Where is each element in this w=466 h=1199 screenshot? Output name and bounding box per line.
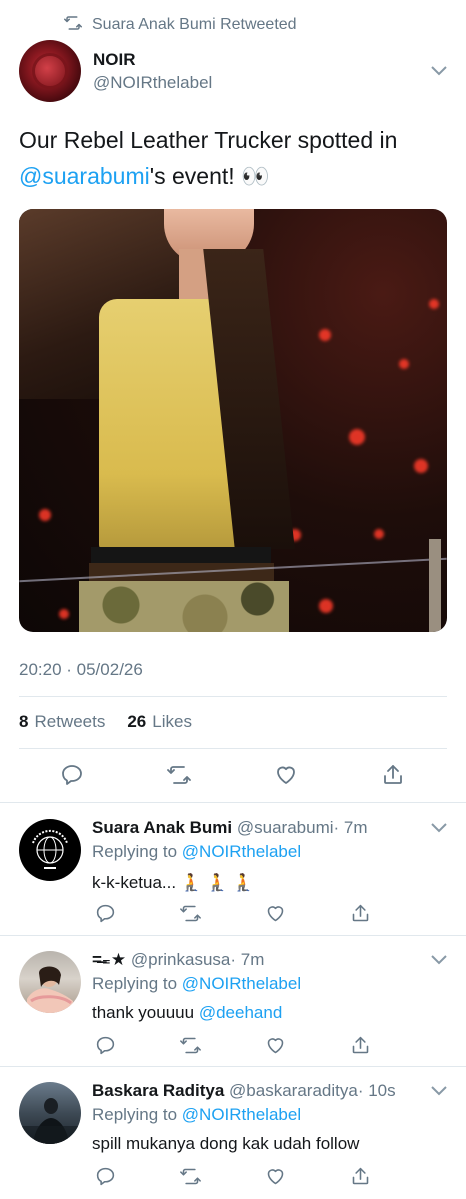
- avatar[interactable]: [19, 819, 81, 881]
- reply-text: thank youuuu @deehand: [92, 1003, 282, 1023]
- replying-to-link[interactable]: @NOIRthelabel: [182, 842, 301, 861]
- reply-text: spill mukanya dong kak udah follow: [92, 1134, 360, 1153]
- reply-time[interactable]: · 7m: [230, 950, 264, 969]
- reply-icon[interactable]: [59, 762, 85, 788]
- retweeted-indicator: Suara Anak Bumi Retweeted: [64, 14, 297, 36]
- avatar[interactable]: [19, 40, 81, 102]
- reply-author-name[interactable]: Suara Anak Bumi: [92, 818, 232, 837]
- retweet-icon[interactable]: [166, 762, 192, 788]
- reply-icon[interactable]: [92, 1032, 118, 1058]
- likes-count[interactable]: 26: [127, 712, 146, 732]
- tweet-actions: [59, 762, 406, 788]
- divider: [19, 696, 447, 697]
- heart-icon[interactable]: [263, 1163, 289, 1189]
- reply-author-handle[interactable]: @suarabumi: [237, 818, 334, 837]
- replying-to-label: Replying to: [92, 842, 178, 861]
- reply-actions: [92, 1163, 374, 1189]
- tweet-text-suffix: 's event! 👀: [149, 163, 270, 189]
- reply-text: k-k-ketua... 🧎 🧎 🧎: [92, 873, 254, 892]
- reply-time[interactable]: · 7m: [334, 818, 368, 837]
- replying-to-label: Replying to: [92, 974, 178, 993]
- replying-to-link[interactable]: @NOIRthelabel: [182, 1105, 301, 1124]
- author-name[interactable]: NOIR: [93, 50, 136, 70]
- tweet-timestamp[interactable]: 20:20 · 05/02/26: [19, 660, 143, 680]
- reply-time[interactable]: · 10s: [358, 1081, 396, 1100]
- reply-author-name[interactable]: Baskara Raditya: [92, 1081, 224, 1100]
- heart-icon[interactable]: [263, 900, 289, 926]
- share-icon[interactable]: [380, 762, 406, 788]
- divider: [0, 802, 466, 803]
- reply-header: =̶₌★ @prinkasusa· 7m: [92, 950, 264, 970]
- author-handle[interactable]: @NOIRthelabel: [93, 73, 212, 93]
- avatar[interactable]: [19, 951, 81, 1013]
- share-icon[interactable]: [348, 900, 374, 926]
- chevron-down-icon[interactable]: [430, 954, 448, 966]
- share-icon[interactable]: [348, 1163, 374, 1189]
- mention-link[interactable]: @deehand: [199, 1003, 282, 1022]
- share-icon[interactable]: [348, 1032, 374, 1058]
- reply-author-handle[interactable]: @prinkasusa: [131, 950, 230, 969]
- replying-to-link[interactable]: @NOIRthelabel: [182, 974, 301, 993]
- reply-actions: [92, 900, 374, 926]
- retweet-icon[interactable]: [177, 1163, 203, 1189]
- retweets-count[interactable]: 8: [19, 712, 28, 732]
- tweet-stats: 8 Retweets 26 Likes: [19, 712, 192, 732]
- reply-icon[interactable]: [92, 1163, 118, 1189]
- divider: [19, 748, 447, 749]
- reply-author-handle[interactable]: @baskararaditya: [229, 1081, 358, 1100]
- chevron-down-icon[interactable]: [430, 1085, 448, 1097]
- chevron-down-icon[interactable]: [430, 822, 448, 834]
- replying-to: Replying to @NOIRthelabel: [92, 1105, 301, 1125]
- divider: [0, 935, 466, 936]
- tweet-text-body: Our Rebel Leather Trucker spotted in: [19, 127, 398, 153]
- retweet-icon[interactable]: [177, 900, 203, 926]
- divider: [0, 1066, 466, 1067]
- retweeted-label[interactable]: Suara Anak Bumi Retweeted: [92, 16, 297, 34]
- retweet-icon[interactable]: [177, 1032, 203, 1058]
- replying-to: Replying to @NOIRthelabel: [92, 842, 301, 862]
- replying-to: Replying to @NOIRthelabel: [92, 974, 301, 994]
- chevron-down-icon[interactable]: [430, 65, 448, 77]
- heart-icon[interactable]: [263, 1032, 289, 1058]
- likes-label[interactable]: Likes: [152, 712, 192, 732]
- heart-icon[interactable]: [273, 762, 299, 788]
- reply-actions: [92, 1032, 374, 1058]
- reply-text-body: thank youuuu: [92, 1003, 195, 1022]
- reply-icon[interactable]: [92, 900, 118, 926]
- avatar[interactable]: [19, 1082, 81, 1144]
- reply-author-name[interactable]: =̶₌★: [92, 950, 126, 969]
- retweet-icon: [64, 14, 82, 37]
- retweets-label[interactable]: Retweets: [34, 712, 105, 732]
- reply-header: Suara Anak Bumi @suarabumi· 7m: [92, 818, 368, 838]
- replying-to-label: Replying to: [92, 1105, 178, 1124]
- tweet-text: Our Rebel Leather Trucker spotted in @su…: [19, 122, 449, 194]
- mention-link[interactable]: @suarabumi: [19, 163, 150, 189]
- reply-header: Baskara Raditya @baskararaditya· 10s: [92, 1081, 396, 1101]
- tweet-photo[interactable]: [19, 209, 447, 632]
